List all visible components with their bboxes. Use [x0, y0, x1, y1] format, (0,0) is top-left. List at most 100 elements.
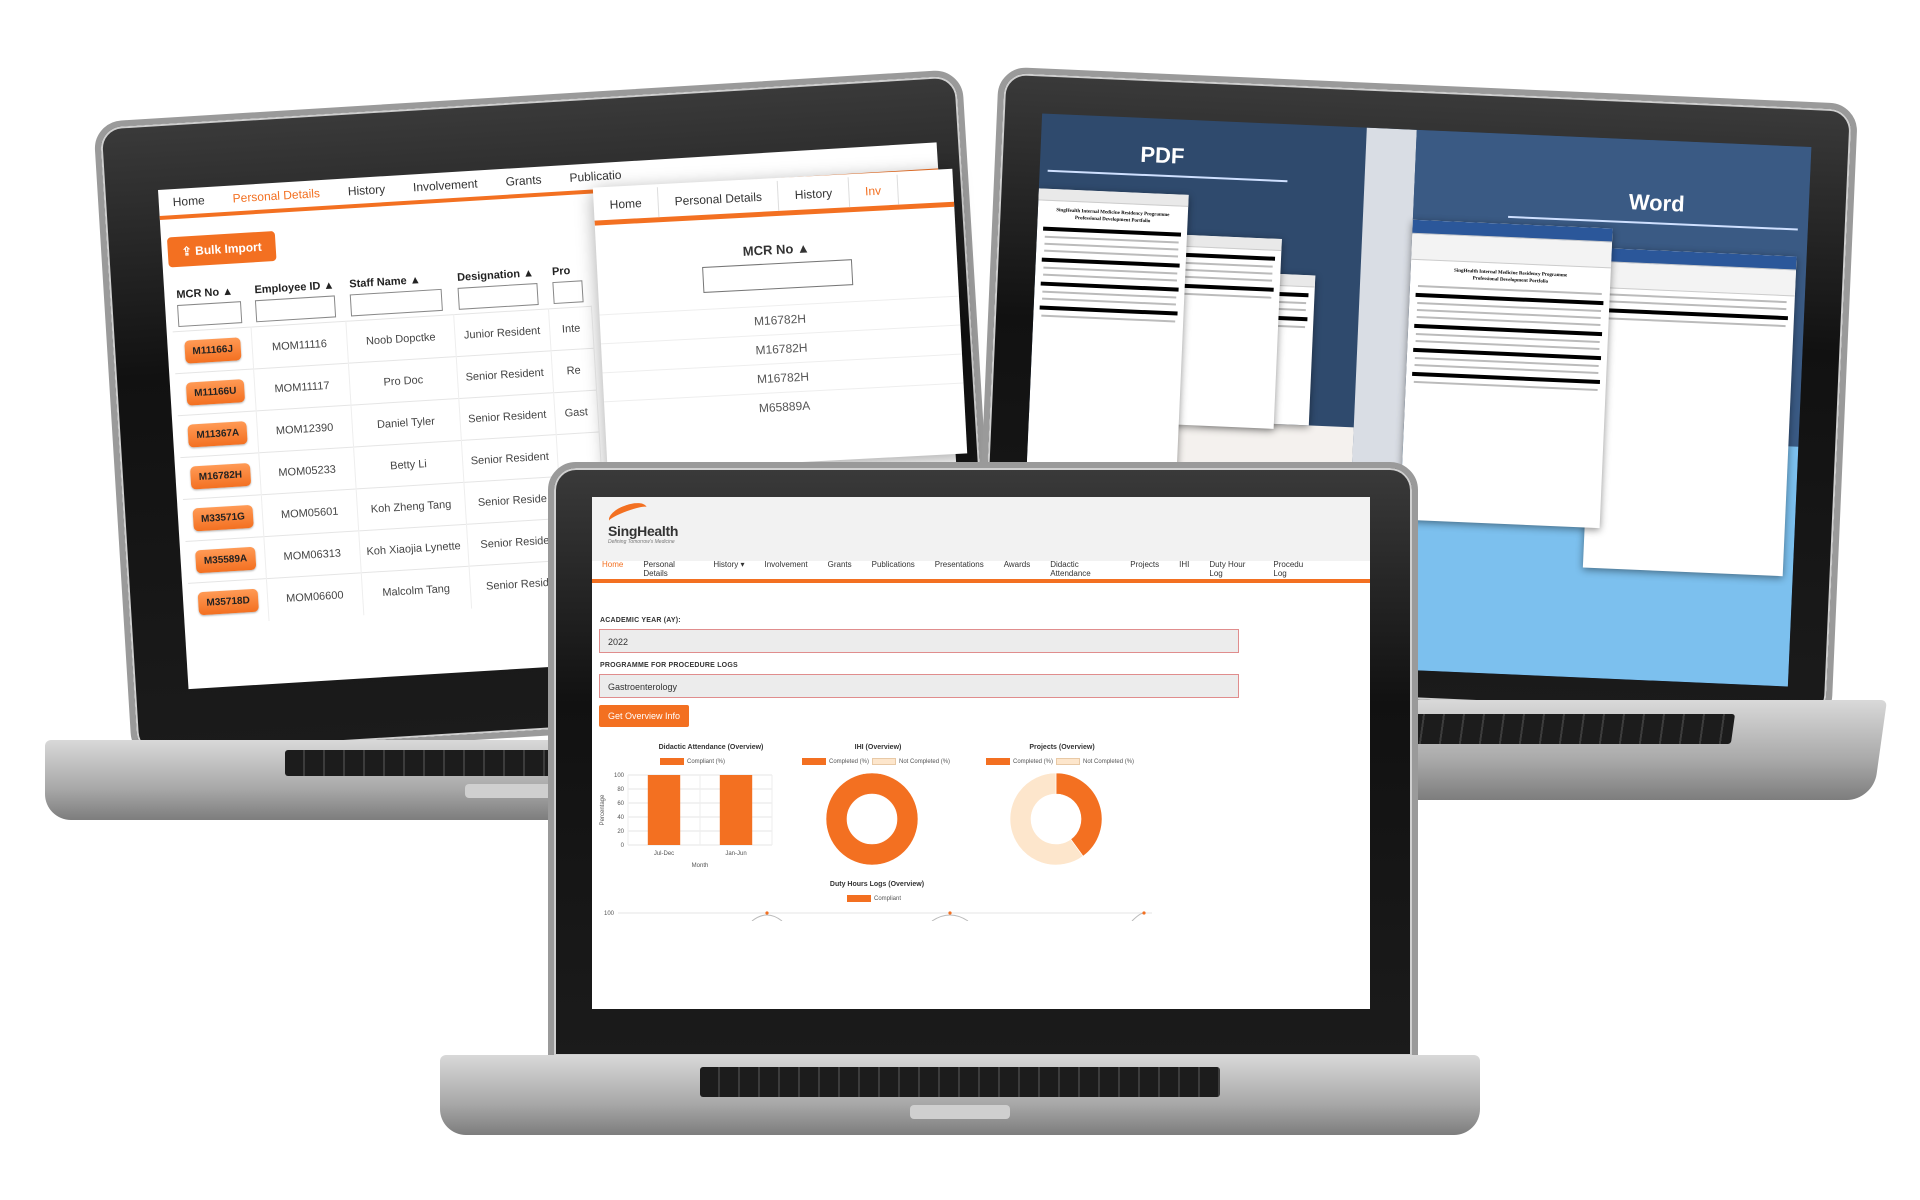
duty-series-arc [931, 914, 969, 921]
popup-mcr-filter-input[interactable] [702, 259, 854, 293]
nav-home[interactable]: Home [592, 557, 633, 579]
cell-designation: Senior Resident [458, 392, 556, 441]
bar-jul-dec [647, 775, 681, 845]
cell-designation: Senior Reside [463, 476, 562, 525]
nav-procedure-log[interactable]: Procedu Log [1263, 557, 1313, 579]
mcr-chip-button[interactable]: M11166J [183, 337, 242, 364]
cell-employee-id: MOM11117 [253, 363, 351, 411]
popup-tab-involvement[interactable]: Inv [848, 174, 899, 208]
designation-filter-input[interactable] [457, 283, 539, 310]
cell-employee-id: MOM05601 [261, 488, 359, 537]
popup-tab-personal-details[interactable]: Personal Details [657, 180, 780, 218]
tab-involvement[interactable]: Involvement [398, 170, 492, 202]
mcr-chip-button[interactable]: M35589A [195, 546, 256, 574]
logo-tagline: Defining Tomorrow's Medicine [608, 539, 675, 545]
nav-didactic-attendance[interactable]: Didactic Attendance [1040, 557, 1120, 579]
nav-projects[interactable]: Projects [1120, 557, 1169, 579]
popup-tab-home[interactable]: Home [592, 187, 660, 221]
front-screen: SingHealth Defining Tomorrow's Medicine … [592, 497, 1370, 1009]
cell-mcr[interactable]: M16782H [180, 452, 262, 500]
app-header [592, 497, 1370, 561]
duty-hours-chart: 100 [604, 911, 1152, 921]
col-employee-id[interactable]: Employee ID ▲ [248, 275, 346, 327]
mcr-chip-button[interactable]: M16782H [190, 462, 251, 490]
import-icon: ⇪ [181, 243, 196, 259]
cell-employee-id: MOM06313 [263, 530, 361, 579]
popup-tab-history[interactable]: History [778, 177, 850, 211]
col-programme[interactable]: Pro [545, 260, 591, 309]
legend-swatch [1056, 758, 1081, 765]
cell-employee-id: MOM12390 [255, 405, 354, 453]
tab-personal-details[interactable]: Personal Details [218, 179, 335, 212]
projects-legend[interactable]: Completed (%) Not Completed (%) [986, 758, 1134, 765]
duty-point [948, 911, 952, 915]
tab-home[interactable]: Home [158, 186, 219, 216]
legend-swatch [802, 758, 826, 765]
col-designation[interactable]: Designation ▲ [451, 262, 549, 314]
pdf-toolbar [1038, 188, 1189, 207]
nav-ihi[interactable]: IHI [1169, 557, 1199, 579]
nav-duty-hour-log[interactable]: Duty Hour Log [1199, 557, 1263, 579]
projects-chart-title: Projects (Overview) [1029, 744, 1095, 751]
get-overview-info-button[interactable]: Get Overview Info [599, 705, 690, 727]
ihi-chart-title: IHI (Overview) [854, 744, 902, 751]
tab-history[interactable]: History [333, 175, 400, 205]
legend-swatch [660, 758, 684, 765]
word-doc-back[interactable] [1582, 247, 1797, 577]
pdf-title-underline [1047, 169, 1288, 183]
cell-staff-name: Pro Doc [348, 356, 459, 406]
col-staff-name[interactable]: Staff Name ▲ [343, 268, 454, 321]
mcr-chip-button[interactable]: M33571G [192, 504, 254, 532]
academic-year-label: ACADEMIC YEAR (AY): [600, 617, 681, 624]
cell-mcr[interactable]: M35589A [185, 536, 267, 584]
staff-table: MCR No ▲ Employee ID ▲ Staff Name ▲ Desi… [170, 260, 610, 626]
main-navbar: Home Personal Details History ▾ Involvem… [592, 557, 1370, 583]
employee-id-filter-input[interactable] [255, 295, 337, 323]
legend-label: Completed (%) [829, 758, 870, 765]
bulk-import-button[interactable]: ⇪ Bulk Import [166, 230, 277, 268]
y-tick-label: 20 [617, 829, 624, 835]
nav-awards[interactable]: Awards [994, 557, 1041, 579]
programme-label: PROGRAMME FOR PROCEDURE LOGS [600, 662, 738, 669]
mcr-chip-button[interactable]: M35718D [197, 588, 259, 616]
popup-mcr-header[interactable]: MCR No ▲ [596, 233, 956, 267]
programme-select[interactable]: Gastroenterology [599, 674, 1239, 698]
cell-mcr[interactable]: M35718D [188, 578, 269, 626]
cell-mcr[interactable]: M11166U [175, 369, 256, 416]
front-laptop-base [440, 1055, 1480, 1135]
cell-designation: Senior Resident [455, 350, 554, 399]
legend-label: Compliant (%) [687, 758, 726, 765]
mcr-chip-button[interactable]: M11367A [187, 421, 248, 448]
pdf-doc-title: SingHealth Internal Medicine Residency P… [1056, 208, 1170, 225]
cell-mcr[interactable]: M33571G [182, 494, 264, 542]
nav-grants[interactable]: Grants [818, 557, 862, 579]
y-axis-label: Percentage [600, 794, 606, 825]
duty-point [765, 911, 769, 915]
nav-involvement[interactable]: Involvement [754, 557, 817, 579]
x-tick-label: Jan-Jun [725, 851, 746, 857]
nav-history[interactable]: History ▾ [703, 557, 754, 579]
staff-name-filter-input[interactable] [349, 288, 444, 317]
tab-grants[interactable]: Grants [491, 166, 556, 196]
nav-presentations[interactable]: Presentations [925, 557, 994, 579]
singhealth-logo[interactable]: SingHealth Defining Tomorrow's Medicine [606, 498, 678, 545]
mcr-chip-button[interactable]: M11166U [185, 379, 246, 406]
cell-mcr[interactable]: M11166J [172, 327, 254, 374]
didactic-legend[interactable]: Compliant (%) [660, 758, 725, 765]
didactic-bar-chart: 100 80 60 40 20 0 Jul-Dec Jan-Jun Month Percentag… [600, 773, 773, 869]
academic-year-select[interactable]: 2022 [599, 629, 1239, 653]
projects-donut-chart [1009, 772, 1103, 866]
programme-filter-input[interactable] [552, 280, 584, 305]
duty-series-arc [751, 914, 783, 921]
col-mcr-no[interactable]: MCR No ▲ [170, 281, 251, 332]
cell-mcr[interactable]: M11367A [177, 410, 259, 458]
y-tick-label: 40 [617, 815, 624, 821]
word-doc-title: SingHealth Internal Medicine Residency P… [1453, 268, 1568, 285]
x-axis-label: Month [692, 863, 709, 869]
ihi-legend[interactable]: Completed (%) Not Completed (%) [802, 758, 950, 765]
nav-publications[interactable]: Publications [862, 557, 925, 579]
pdf-doc-front[interactable]: SingHealth Internal Medicine Residency P… [1026, 188, 1189, 485]
mcr-filter-input[interactable] [177, 301, 242, 328]
word-doc-front[interactable]: SingHealth Internal Medicine Residency P… [1399, 219, 1613, 529]
nav-personal-details[interactable]: Personal Details [633, 557, 703, 579]
